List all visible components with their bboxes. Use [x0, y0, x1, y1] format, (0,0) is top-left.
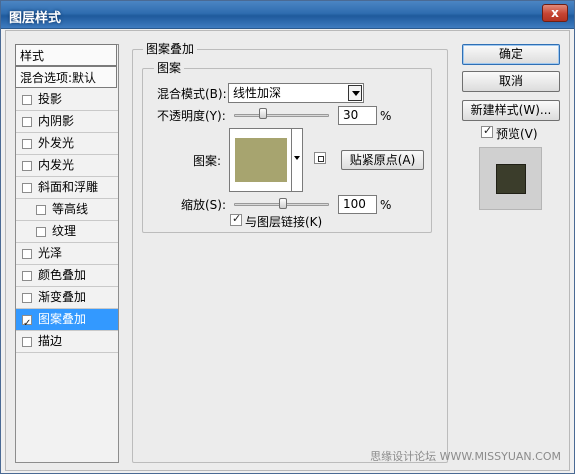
- cancel-button[interactable]: 取消: [462, 71, 560, 92]
- list-item-label: 外发光: [38, 136, 75, 150]
- list-item-bevel-emboss[interactable]: 斜面和浮雕: [16, 177, 118, 199]
- preview-checkbox[interactable]: ✓: [481, 124, 493, 138]
- watermark: 思缘设计论坛 WWW.MISSYUAN.COM: [370, 450, 561, 463]
- style-preview: [479, 147, 542, 210]
- bevel-emboss-checkbox[interactable]: [22, 183, 32, 193]
- pattern-label: 图案:: [193, 154, 222, 168]
- list-item-pattern-overlay[interactable]: 图案叠加: [16, 309, 118, 334]
- list-item-label: 内阴影: [38, 114, 75, 128]
- list-item-label: 纹理: [52, 224, 77, 238]
- pattern-thumbnail: [235, 138, 287, 182]
- list-header-styles[interactable]: 样式: [15, 44, 117, 66]
- blend-mode-label: 混合模式(B):: [157, 87, 227, 101]
- close-button[interactable]: x: [542, 4, 568, 22]
- list-item-gradient-overlay[interactable]: 渐变叠加: [16, 287, 118, 309]
- close-icon: x: [551, 6, 559, 20]
- contour-checkbox[interactable]: [36, 205, 46, 215]
- list-item-label: 颜色叠加: [38, 268, 87, 282]
- list-item-satin[interactable]: 光泽: [16, 243, 118, 265]
- pattern-subgroup-title: 图案: [154, 61, 185, 75]
- dialog-title: 图层样式: [9, 11, 62, 26]
- snap-origin-button[interactable]: 贴紧原点(A): [341, 150, 424, 170]
- dialog-content: 样式 混合选项:默认 投影 内阴影 外发光 内发光 斜面和浮雕 等高线 纹理 光…: [5, 30, 570, 471]
- list-item-label: 描边: [38, 334, 63, 348]
- list-item-color-overlay[interactable]: 颜色叠加: [16, 265, 118, 287]
- list-item-label: 光泽: [38, 246, 63, 260]
- list-item-label: 斜面和浮雕: [38, 180, 99, 194]
- list-item-contour[interactable]: 等高线: [16, 199, 118, 221]
- list-item-label: 图案叠加: [38, 312, 87, 326]
- stroke-checkbox[interactable]: [22, 337, 32, 347]
- gradient-overlay-checkbox[interactable]: [22, 293, 32, 303]
- preview-label: 预览(V): [496, 127, 538, 141]
- list-item-stroke[interactable]: 描边: [16, 331, 118, 353]
- opacity-input[interactable]: 30: [338, 106, 377, 125]
- inner-shadow-checkbox[interactable]: [22, 117, 32, 127]
- list-item-label: 等高线: [52, 202, 89, 216]
- pattern-overlay-checkbox[interactable]: [22, 313, 32, 334]
- list-item-outer-glow[interactable]: 外发光: [16, 133, 118, 155]
- chevron-down-icon[interactable]: [294, 156, 300, 160]
- picker-divider: [291, 129, 292, 191]
- satin-checkbox[interactable]: [22, 249, 32, 259]
- pattern-overlay-title: 图案叠加: [143, 42, 198, 56]
- ok-button[interactable]: 确定: [462, 44, 560, 65]
- link-layer-label: 与图层链接(K): [245, 215, 323, 229]
- list-item-inner-shadow[interactable]: 内阴影: [16, 111, 118, 133]
- blend-mode-value: 线性加深: [233, 86, 282, 100]
- pattern-picker[interactable]: [229, 128, 303, 192]
- inner-glow-checkbox[interactable]: [22, 161, 32, 171]
- style-list: 样式 混合选项:默认 投影 内阴影 外发光 内发光 斜面和浮雕 等高线 纹理 光…: [15, 44, 119, 463]
- scale-label: 缩放(S):: [181, 198, 227, 212]
- drop-shadow-checkbox[interactable]: [22, 95, 32, 105]
- color-overlay-checkbox[interactable]: [22, 271, 32, 281]
- blend-mode-select[interactable]: 线性加深: [228, 83, 364, 103]
- link-layer-checkbox[interactable]: ✓: [230, 212, 242, 226]
- texture-checkbox[interactable]: [36, 227, 46, 237]
- list-item-drop-shadow[interactable]: 投影: [16, 89, 118, 111]
- list-item-label: 投影: [38, 92, 63, 106]
- list-item-texture[interactable]: 纹理: [16, 221, 118, 243]
- checkmark-icon: ✓: [232, 212, 242, 225]
- list-item-blending-options[interactable]: 混合选项:默认: [15, 66, 117, 88]
- list-item-label: 渐变叠加: [38, 290, 87, 304]
- opacity-slider[interactable]: [234, 114, 329, 117]
- scale-unit: %: [380, 198, 392, 212]
- title-bar[interactable]: 图层样式 x: [1, 1, 574, 29]
- list-item-label: 内发光: [38, 158, 75, 172]
- preview-thumbnail: [496, 164, 526, 194]
- checkmark-icon: ✓: [483, 124, 493, 137]
- scale-slider-thumb[interactable]: [279, 198, 288, 209]
- scale-input[interactable]: 100: [338, 195, 377, 214]
- opacity-unit: %: [380, 109, 392, 123]
- opacity-slider-thumb[interactable]: [258, 108, 267, 119]
- opacity-label: 不透明度(Y):: [157, 109, 226, 123]
- chevron-down-icon[interactable]: [348, 85, 362, 101]
- outer-glow-checkbox[interactable]: [22, 139, 32, 149]
- list-item-inner-glow[interactable]: 内发光: [16, 155, 118, 177]
- layer-style-dialog: 图层样式 x 样式 混合选项:默认 投影 内阴影 外发光 内发光 斜面和浮雕 等…: [0, 0, 575, 474]
- new-preset-icon[interactable]: [314, 152, 326, 164]
- new-style-button[interactable]: 新建样式(W)...: [462, 100, 560, 121]
